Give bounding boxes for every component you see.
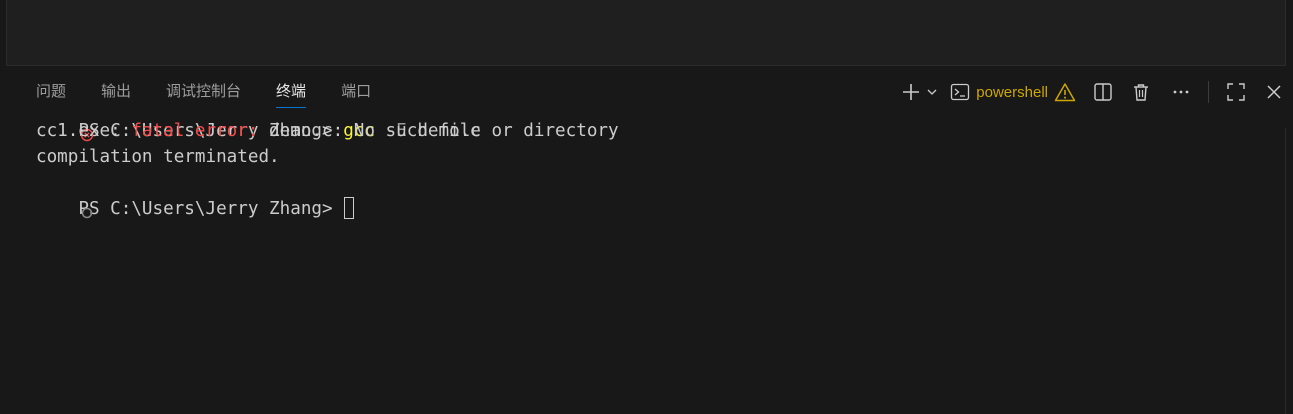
idle-decoration-icon[interactable]	[16, 176, 92, 219]
editor-right-edge	[1285, 0, 1293, 66]
terminal-line: PS C:\Users\Jerry Zhang> gcc -E demo.c	[0, 92, 1285, 142]
editor-area	[0, 0, 1293, 66]
terminal-output[interactable]: PS C:\Users\Jerry Zhang> gcc -E demo.c c…	[0, 92, 1285, 219]
prompt-text: PS C:\Users\Jerry Zhang>	[78, 199, 344, 219]
error-text: fatal error:	[131, 121, 259, 141]
terminal-line: PS C:\Users\Jerry Zhang>	[0, 170, 1285, 219]
terminal-scrollbar-track[interactable]	[1285, 128, 1293, 414]
editor-left-edge	[0, 0, 7, 66]
output-text: demo.c: No such file or directory	[258, 121, 619, 141]
error-decoration-icon[interactable]	[16, 98, 93, 142]
terminal-line: cc1.exe: fatal error: demo.c: No such fi…	[0, 118, 1285, 144]
output-text: compilation terminated.	[36, 147, 280, 167]
terminal-line: compilation terminated.	[0, 144, 1285, 170]
output-prefix: cc1.exe:	[36, 121, 132, 141]
terminal-cursor	[344, 197, 355, 219]
